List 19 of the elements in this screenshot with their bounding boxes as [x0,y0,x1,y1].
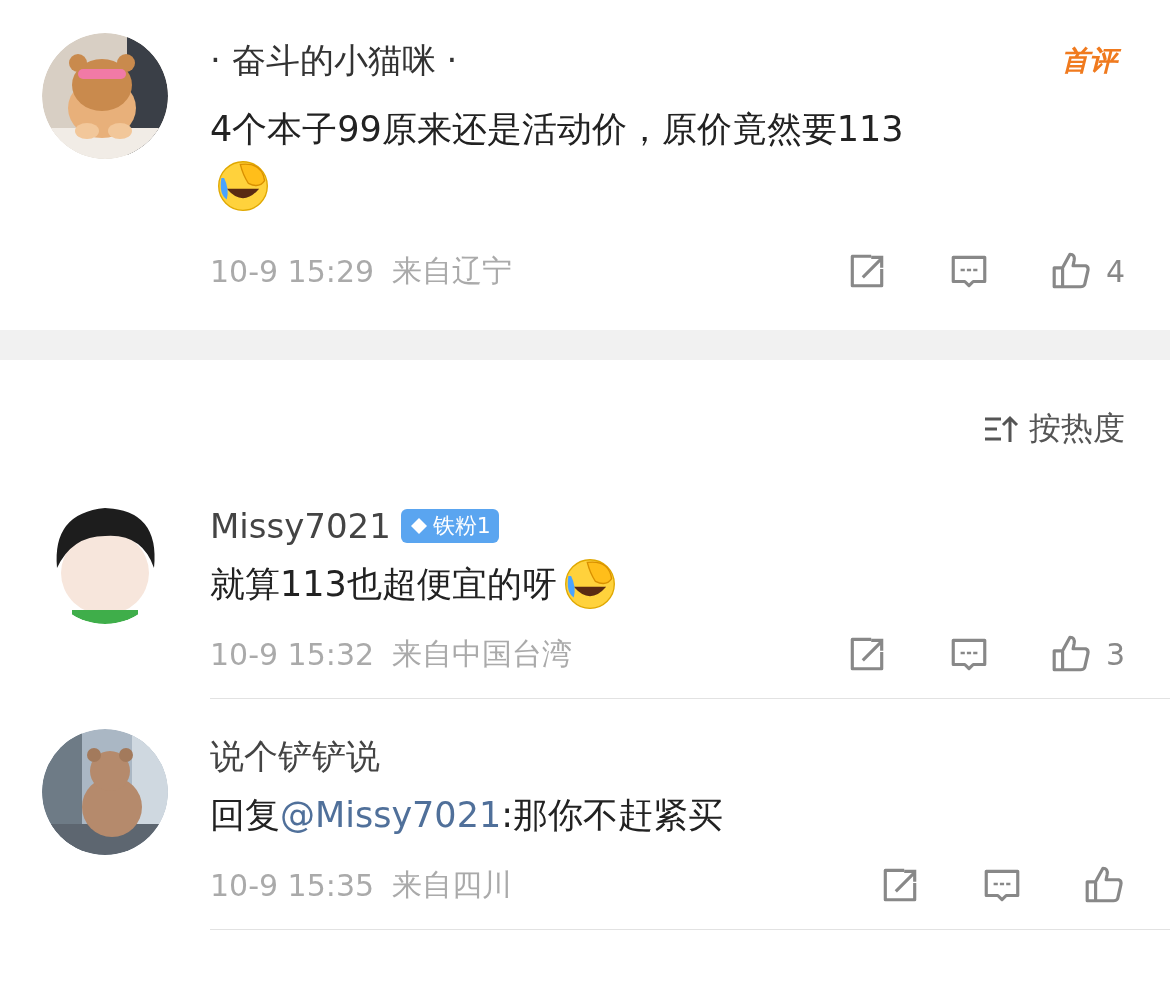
like-count: 4 [1105,253,1125,289]
comment-text: 就算113也超便宜的呀 [210,563,557,606]
author-name[interactable]: · 奋斗的小猫咪 · [210,38,458,84]
sort-icon [983,414,1019,444]
comment-text: 回复@Missy7021:那你不赶紧买 [210,794,723,837]
comment-time: 10-9 15:29 [210,253,375,289]
mention-link[interactable]: @Missy7021 [280,795,502,835]
author-name[interactable]: Missy7021 [210,506,391,546]
comment-time: 10-9 15:32 [210,636,375,672]
comment-location: 来自中国台湾 [392,634,573,673]
first-comment-tag: 首评 [1059,38,1125,84]
comment-time: 10-9 15:35 [210,867,375,903]
comment-location: 来自辽宁 [392,251,513,290]
comment-text: 4个本子99原来还是活动价，原价竟然要113 [210,108,904,151]
comment-location: 来自四川 [392,865,513,904]
like-count: 3 [1105,636,1125,672]
fan-level: 铁粉1 [432,512,491,540]
author-name[interactable]: 说个铲铲说 [210,734,380,780]
sort-by-hot-button[interactable]: 按热度 [983,407,1125,451]
